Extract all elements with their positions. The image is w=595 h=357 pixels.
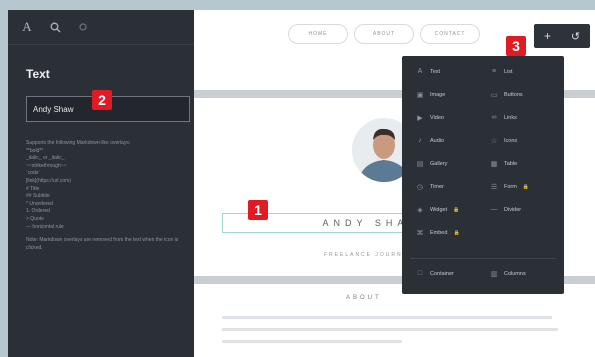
menu-item-text[interactable]: A Text (416, 68, 440, 75)
menu-divider (410, 258, 556, 259)
menu-item-label: Audio (430, 137, 445, 144)
menu-item-gallery[interactable]: ▤ Gallery (416, 160, 448, 168)
links-icon: ∞ (491, 114, 497, 121)
menu-item-label: Video (430, 115, 444, 121)
menu-item-label: Icons (504, 138, 518, 144)
buttons-icon: ▭ (490, 92, 498, 99)
help-line: * Unordered (26, 200, 53, 207)
menu-item-label: Form (504, 184, 517, 190)
callout-badge-2: 2 (92, 90, 112, 110)
insert-element-menu: A Text ▣ Image ▶ Video ♪ Audio ▤ Gallery ◷ Timer ◈ Wi… (402, 56, 564, 294)
help-line: Supports the following Markdown-like ove… (26, 140, 131, 146)
menu-item-embed[interactable]: ⌘ Embed 🔒 (416, 229, 460, 237)
timer-icon: ◷ (416, 184, 424, 191)
lock-icon: 🔒 (453, 207, 460, 213)
help-note: Note: Markdown overlays are removed from… (26, 237, 179, 251)
markdown-help: Supports the following Markdown-like ove… (26, 140, 186, 252)
nav-contact[interactable]: CONTACT (420, 24, 480, 44)
menu-item-audio[interactable]: ♪ Audio (416, 137, 444, 144)
search-icon[interactable] (48, 20, 62, 34)
menu-item-divider[interactable]: — Divider (490, 206, 522, 213)
site-nav: HOME ABOUT CONTACT (288, 24, 480, 44)
menu-item-label: Container (430, 270, 454, 277)
menu-item-video[interactable]: ▶ Video (416, 114, 444, 122)
form-icon: ☰ (490, 184, 498, 191)
widget-icon: ◈ (417, 207, 423, 214)
menu-item-label: List (504, 68, 513, 75)
help-line: [link](https://url.com) (26, 177, 72, 184)
help-line: **bold** (26, 147, 44, 154)
undo-icon[interactable]: ↺ (571, 30, 580, 43)
menu-item-label: Links (504, 114, 517, 121)
lock-icon: 🔒 (522, 184, 530, 190)
help-line: ## Subtitle (26, 193, 50, 200)
menu-item-container[interactable]: □ Container (416, 270, 454, 277)
menu-item-links[interactable]: ∞ Links (490, 114, 517, 121)
video-icon: ▶ (417, 115, 423, 122)
menu-item-image[interactable]: ▣ Image (416, 91, 446, 99)
menu-item-table[interactable]: ▦ Table (490, 160, 517, 168)
menu-item-widget[interactable]: ◈ Widget 🔒 (416, 206, 459, 214)
add-element-icon[interactable]: + (544, 29, 551, 43)
menu-item-label: Timer (430, 184, 444, 190)
text-icon: A (417, 68, 423, 75)
sidebar-title: Text (26, 67, 50, 81)
nav-about[interactable]: ABOUT (354, 24, 414, 44)
menu-item-timer[interactable]: ◷ Timer (416, 183, 444, 191)
menu-item-label: Widget (430, 207, 448, 213)
screen: A Text Supports the following Markdown-l… (0, 0, 595, 357)
callout-badge-3: 3 (506, 36, 526, 56)
gallery-icon: ▤ (416, 161, 424, 168)
menu-item-label: Columns (504, 271, 526, 277)
menu-item-icons[interactable]: ☆ Icons (490, 137, 517, 145)
help-line: 1. Ordered (26, 208, 50, 215)
help-line: ~~strikethrough~~ (26, 162, 67, 169)
audio-icon: ♪ (418, 137, 422, 144)
lock-icon: 🔒 (453, 230, 460, 236)
sidebar-toolbar: A (8, 10, 194, 45)
settings-icon[interactable] (76, 20, 90, 34)
about-heading: ABOUT (346, 295, 382, 301)
help-line: # Title (26, 185, 40, 192)
menu-item-label: Embed (430, 230, 448, 236)
editor-tools: + ↺ (534, 24, 590, 48)
menu-item-label: Text (430, 68, 441, 75)
about-paragraph (222, 316, 562, 352)
menu-item-label: Divider (504, 206, 522, 213)
columns-icon: ▥ (490, 271, 498, 278)
divider-icon: — (490, 206, 498, 213)
help-line: > Quote (26, 215, 44, 222)
menu-item-columns[interactable]: ▥ Columns (490, 270, 526, 278)
menu-item-buttons[interactable]: ▭ Buttons (490, 91, 523, 99)
properties-sidebar: A Text Supports the following Markdown-l… (8, 10, 194, 357)
menu-item-label: Gallery (430, 161, 448, 167)
table-icon: ▦ (490, 161, 498, 168)
image-icon: ▣ (416, 92, 424, 99)
icons-icon: ☆ (490, 138, 498, 145)
menu-item-label: Buttons (504, 92, 523, 98)
callout-badge-1: 1 (248, 200, 268, 220)
menu-item-label: Table (504, 161, 518, 167)
help-line: `code` (26, 170, 41, 177)
menu-item-label: Image (430, 92, 446, 98)
list-icon: ≡ (491, 68, 497, 75)
help-line: _italic_ or _italic_ (26, 155, 65, 162)
container-icon: □ (417, 270, 423, 277)
menu-item-form[interactable]: ☰ Form 🔒 (490, 183, 529, 191)
text-style-icon[interactable]: A (20, 19, 34, 34)
embed-icon: ⌘ (416, 230, 424, 237)
menu-item-list[interactable]: ≡ List (490, 68, 513, 75)
nav-home[interactable]: HOME (288, 24, 348, 44)
help-line: --- horizontal rule (26, 223, 64, 230)
